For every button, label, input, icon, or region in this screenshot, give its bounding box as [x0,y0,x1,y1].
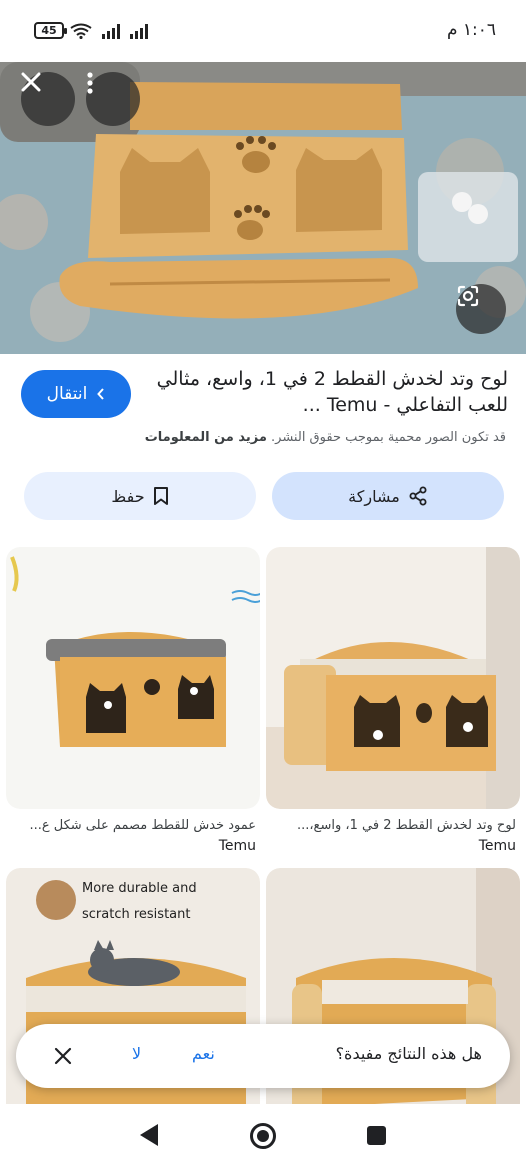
copyright-text: قد تكون الصور محمية بموجب حقوق النشر. [271,430,506,445]
save-label: حفظ [111,486,145,506]
card-title[interactable]: لوح وتد لخدش القطط 2 في 1، واسع،... [266,818,516,833]
back-icon[interactable] [140,1124,158,1146]
card-image [266,868,520,1130]
status-bar: 45 ١:٠٦ م [0,0,526,62]
image-caption-2: scratch resistant [82,907,190,922]
status-icons: 45 [34,22,148,39]
card-source: Temu [478,838,516,854]
bookmark-icon [153,487,168,505]
more-options-button[interactable] [86,72,140,126]
result-title-block: لوح وتد لخدش القطط 2 في 1، واسع، مثالي ل… [140,366,508,418]
hero-illustration [0,62,526,354]
close-icon[interactable] [52,1045,74,1067]
visit-label: انتقال [46,384,88,404]
feedback-bar: هل هذه النتائج مفيدة؟ نعم لا [16,1024,510,1088]
share-label: مشاركة [348,486,400,506]
lens-button[interactable] [456,284,506,334]
action-row: مشاركة حفظ [24,472,504,520]
result-title[interactable]: لوح وتد لخدش القطط 2 في 1، واسع، مثالي ل… [140,366,508,418]
home-icon[interactable] [250,1123,276,1149]
screen: 45 ١:٠٦ م لوح وتد لخدش القطط 2 في 1، واس… [0,0,526,1168]
recent-apps-icon[interactable] [367,1126,386,1145]
card-image: More durable and scratch resistant [6,868,260,1130]
google-lens-icon [457,285,479,307]
save-button[interactable]: حفظ [24,472,256,520]
card-image [6,547,260,809]
share-icon [409,486,427,506]
signal-icon [102,23,120,39]
more-vert-icon [87,72,93,94]
chevron-right-icon [97,388,105,400]
battery-icon: 45 [34,22,67,39]
hero-image[interactable] [0,62,526,354]
card-title[interactable]: عمود خدش للقطط مصمم على شكل ع... [6,818,256,833]
feedback-no-button[interactable]: لا [132,1044,141,1063]
image-caption-1: More durable and [82,881,197,896]
status-time: ١:٠٦ م [446,20,496,40]
result-card[interactable] [266,547,520,809]
feedback-yes-button[interactable]: نعم [192,1044,215,1063]
signal-icon-2 [130,23,148,39]
result-card[interactable] [6,547,260,809]
visit-button[interactable]: انتقال [21,370,131,418]
feedback-question: هل هذه النتائج مفيدة؟ [335,1044,482,1063]
close-button[interactable] [21,72,75,126]
wifi-icon [70,23,92,39]
card-source: Temu [218,838,256,854]
share-button[interactable]: مشاركة [272,472,504,520]
close-icon [21,72,41,92]
system-navbar [0,1104,526,1168]
copyright-notice: قد تكون الصور محمية بموجب حقوق النشر. مز… [126,430,506,445]
result-card[interactable]: More durable and scratch resistant [6,868,260,1130]
card-image [266,547,520,809]
result-card[interactable] [266,868,520,1130]
learn-more-link[interactable]: مزيد من المعلومات [145,430,267,445]
